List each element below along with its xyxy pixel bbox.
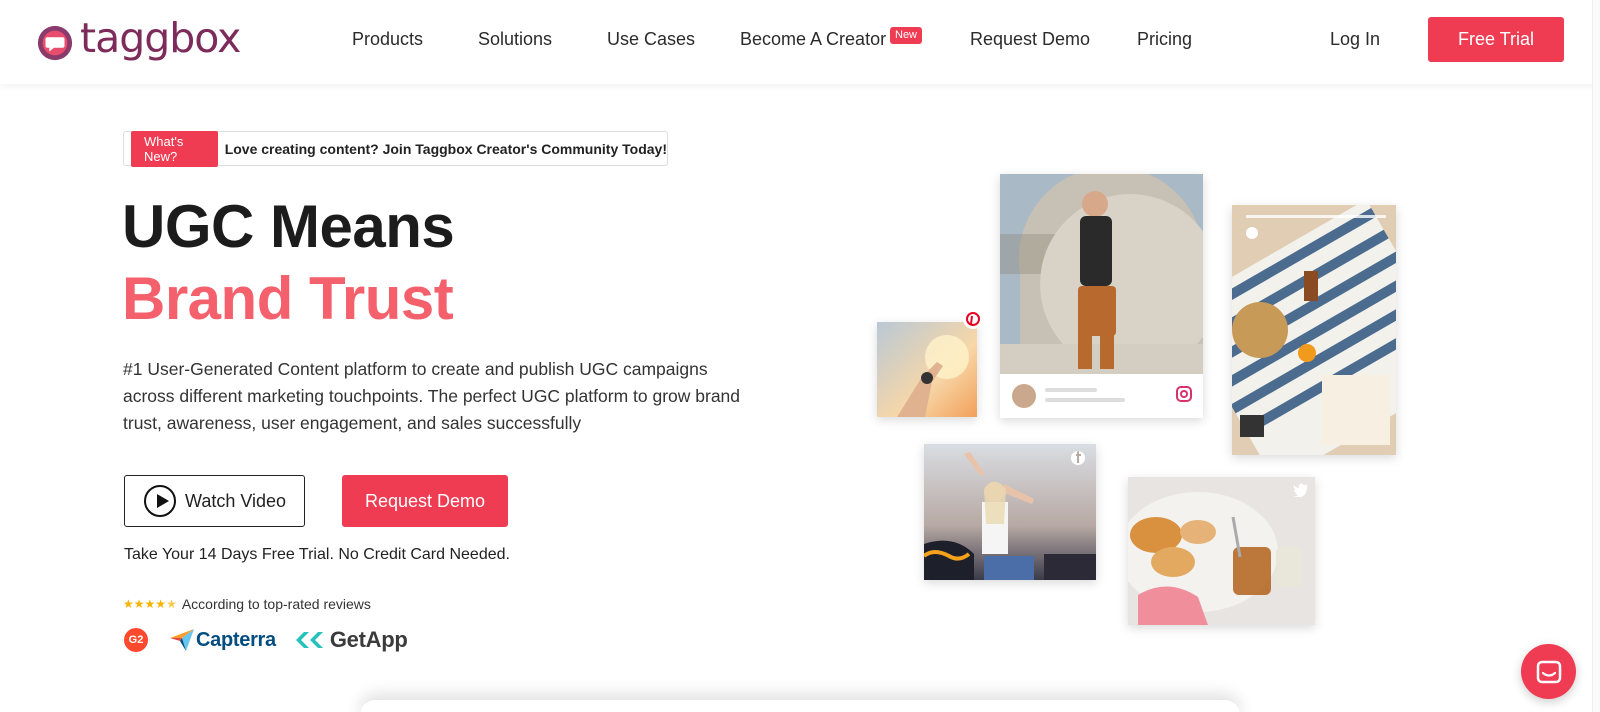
top-navbar: taggbox Products Solutions Use Cases Bec… — [0, 0, 1600, 84]
whats-new-tag: What's New? — [131, 130, 218, 167]
placeholder-line — [1045, 398, 1125, 402]
instagram-icon — [1176, 386, 1192, 402]
star-icon: ★ — [144, 597, 156, 611]
new-badge: New — [890, 27, 923, 44]
facebook-icon — [1070, 450, 1086, 466]
nav-use-cases[interactable]: Use Cases — [607, 26, 695, 52]
review-site-logos: G2 Capterra GetApp — [124, 625, 408, 655]
request-demo-button[interactable]: Request Demo — [342, 475, 508, 527]
nav-request-demo[interactable]: Request Demo — [970, 26, 1090, 52]
hand-watch-image — [877, 322, 977, 417]
avatar — [1012, 384, 1036, 408]
rating-row: ★ ★ ★ ★ ★ According to top-rated reviews — [123, 596, 371, 612]
hero-title-line2: Brand Trust — [122, 265, 454, 332]
nav-products[interactable]: Products — [352, 26, 423, 52]
man-sitting-image — [1000, 174, 1203, 374]
chat-launcher-button[interactable] — [1521, 644, 1576, 699]
hero-title-line1: UGC Means — [122, 193, 455, 260]
next-section-edge — [360, 700, 1240, 712]
capterra-arrow-icon — [170, 629, 194, 651]
page-scrollbar[interactable] — [1592, 0, 1600, 712]
capterra-text: Capterra — [196, 628, 276, 651]
g2-logo-text: G2 — [128, 634, 144, 646]
collage-instagram-card — [1000, 174, 1203, 418]
pinterest-icon — [963, 309, 983, 329]
play-icon — [144, 485, 176, 517]
getapp-text: GetApp — [329, 627, 408, 652]
watch-video-label: Watch Video — [185, 490, 287, 511]
star-icon: ★ — [123, 597, 134, 611]
free-trial-button[interactable]: Free Trial — [1428, 17, 1564, 62]
main-nav: Products Solutions Use Cases Become A Cr… — [0, 26, 1600, 52]
placeholder-line — [1045, 388, 1097, 392]
g2-logo[interactable]: G2 — [124, 628, 148, 652]
star-icon: ★ — [155, 597, 167, 611]
beach-picnic-image — [1232, 205, 1396, 455]
twitter-icon — [1293, 483, 1308, 497]
trial-note: Take Your 14 Days Free Trial. No Credit … — [124, 546, 510, 563]
star-icon: ★ — [133, 597, 145, 611]
chat-icon — [1536, 660, 1561, 683]
getapp-logo[interactable]: GetApp — [295, 627, 408, 653]
collage-photo-beach-picnic — [1232, 205, 1396, 455]
rating-text: According to top-rated reviews — [181, 596, 371, 612]
nav-pricing[interactable]: Pricing — [1137, 26, 1192, 52]
collage-photo-hand-watch — [877, 322, 977, 417]
collage-photo-brunch — [1128, 477, 1315, 625]
announcement-bar[interactable]: What's New? Love creating content? Join … — [123, 130, 668, 167]
getapp-chevrons-icon — [295, 632, 323, 648]
half-star-icon: ★ — [166, 597, 177, 611]
hero-description: #1 User-Generated Content platform to cr… — [123, 359, 741, 433]
brunch-image — [1128, 477, 1315, 625]
nav-solutions[interactable]: Solutions — [478, 26, 552, 52]
announcement-text[interactable]: Love creating content? Join Taggbox Crea… — [225, 141, 667, 157]
login-link[interactable]: Log In — [1330, 26, 1380, 52]
capterra-logo[interactable]: Capterra — [170, 629, 276, 652]
collage-photo-concert — [924, 444, 1096, 580]
nav-become-a-creator[interactable]: Become A Creator — [740, 26, 886, 52]
watch-video-button[interactable]: Watch Video — [124, 475, 305, 527]
